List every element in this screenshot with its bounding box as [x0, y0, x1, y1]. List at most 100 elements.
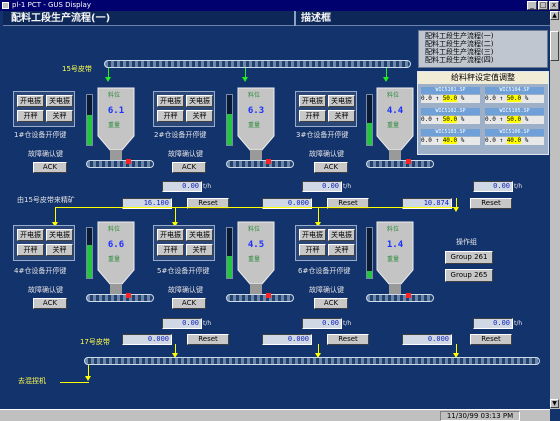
vertical-scrollbar[interactable]: ▲ ▼ [550, 11, 560, 409]
unit-6-silo: 料位 1.4 重量 [373, 218, 417, 298]
unit-2-start-distributor-button[interactable]: 开电振 [157, 95, 184, 107]
unit-2-flow-field: 0.00 [302, 181, 342, 192]
unit-5-flow-unit: t/h [343, 320, 352, 327]
flow-arrow-icon [172, 344, 178, 358]
close-button[interactable]: x [549, 1, 559, 10]
unit-6-stop-distributor-button[interactable]: 关电振 [328, 229, 355, 241]
unit-5-motor-status-icon [266, 293, 271, 298]
main-window: pl-1 PCT - GUS Display _ □ x 配料工段生产流程(一)… [0, 0, 560, 421]
unit-3-motor-status-icon [406, 159, 411, 164]
unit-1-start-distributor-button[interactable]: 开电振 [17, 95, 44, 107]
unit-4-start-scale-button[interactable]: 开秤 [17, 244, 44, 256]
conveyor-15-label: 15号皮带 [62, 65, 92, 73]
unit-6-total-field: 0.000 [402, 334, 452, 345]
unit-2-stop-distributor-button[interactable]: 关电振 [186, 95, 213, 107]
conveyor-17-label: 17号皮带 [80, 338, 110, 346]
process-item[interactable]: 配料工段生产流程(二) [425, 40, 493, 48]
unit-2-ack-button[interactable]: ACK [172, 162, 206, 173]
maximize-button[interactable]: □ [538, 1, 548, 10]
process-list[interactable]: 配料工段生产流程(一) 配料工段生产流程(二) 配料工段生产流程(三) 配料工段… [418, 30, 548, 68]
unit-1-control-panel: 开电振 关电振 开秤 关秤 [13, 91, 75, 127]
flow-arrow-icon [315, 344, 321, 358]
unit-4-control-panel: 开电振 关电振 开秤 关秤 [13, 225, 75, 261]
scroll-thumb[interactable] [550, 31, 559, 61]
unit-4-stop-scale-button[interactable]: 关秤 [46, 244, 73, 256]
unit-3-stop-scale-button[interactable]: 关秤 [328, 110, 355, 122]
flow-arrow-icon [453, 344, 459, 358]
unit-2-flow-unit: t/h [343, 183, 352, 190]
group-265-button[interactable]: Group 265 [445, 269, 493, 282]
unit-5-stop-scale-button[interactable]: 关秤 [186, 244, 213, 256]
unit-3-start-distributor-button[interactable]: 开电振 [299, 95, 326, 107]
unit-6-level-gauge [366, 227, 373, 279]
setpoint-value[interactable]: 0.0 ↑ 40.0 % [485, 137, 544, 145]
unit-1-feeder-belt [86, 160, 154, 168]
setpoint-value[interactable]: 0.0 ↑ 50.0 % [485, 116, 544, 124]
unit-6-start-scale-button[interactable]: 开秤 [299, 244, 326, 256]
unit-1-flow-unit: t/h [203, 183, 212, 190]
scroll-up-icon[interactable]: ▲ [550, 11, 559, 20]
unit-4-reset-button[interactable]: Reset [187, 334, 229, 345]
unit-4-total-field: 0.000 [122, 334, 172, 345]
group-261-button[interactable]: Group 261 [445, 251, 493, 264]
unit-2-motor-status-icon [266, 159, 271, 164]
unit-6-stop-scale-button[interactable]: 关秤 [328, 244, 355, 256]
unit-6-motor-status-icon [406, 293, 411, 298]
unit-5-reset-button[interactable]: Reset [327, 334, 369, 345]
unit-4-stop-distributor-button[interactable]: 关电振 [46, 229, 73, 241]
unit-6-flow-unit: t/h [514, 320, 523, 327]
unit-4-start-distributor-button[interactable]: 开电振 [17, 229, 44, 241]
unit-5-control-panel: 开电振 关电振 开秤 关秤 [153, 225, 215, 261]
unit-1-stop-scale-button[interactable]: 关秤 [46, 110, 73, 122]
minimize-button[interactable]: _ [527, 1, 537, 10]
unit-6-ack-button[interactable]: ACK [314, 298, 348, 309]
unit-5-level-value: 4.5 [247, 240, 265, 250]
mixer-flow-line [60, 382, 89, 383]
setpoint-value[interactable]: 0.0 ↑ 50.0 % [485, 95, 544, 103]
unit-6-level-tag: 料位 [387, 226, 400, 233]
unit-3-silo: 料位 4.4 重量 [373, 84, 417, 164]
unit-5-start-scale-button[interactable]: 开秤 [157, 244, 184, 256]
window-title: pl-1 PCT - GUS Display [12, 1, 91, 9]
unit-2-start-scale-button[interactable]: 开秤 [157, 110, 184, 122]
unit-3-ack-prompt: 故障确认键 [309, 150, 344, 158]
setpoint-panel: 给料秤设定值调整 WIC5101.SP WIC5104.SP 0.0 ↑ 50.… [417, 71, 549, 155]
unit-5-start-distributor-button[interactable]: 开电振 [157, 229, 184, 241]
setpoint-value[interactable]: 0.0 ↑ 40.0 % [421, 137, 480, 145]
unit-4-ack-button[interactable]: ACK [33, 298, 67, 309]
header-bar: 配料工段生产流程(一) 描述框 [3, 11, 550, 26]
flow-arrow-icon [85, 365, 91, 381]
unit-5-stop-distributor-button[interactable]: 关电振 [186, 229, 213, 241]
incoming-ore-label: 由15号皮带来精矿 [17, 196, 75, 204]
unit-6-reset-button[interactable]: Reset [470, 334, 512, 345]
unit-5-ack-button[interactable]: ACK [172, 298, 206, 309]
unit-1-stop-distributor-button[interactable]: 关电振 [46, 95, 73, 107]
unit-1-level-tag: 料位 [108, 92, 121, 99]
unit-1-start-scale-button[interactable]: 开秤 [17, 110, 44, 122]
unit-3-reset-button[interactable]: Reset [470, 198, 512, 209]
unit-1-ack-button[interactable]: ACK [33, 162, 67, 173]
unit-3-control-panel: 开电振 关电振 开秤 关秤 [295, 91, 357, 127]
flow-arrow-icon [453, 198, 459, 212]
unit-2-silo: 料位 6.3 重量 [234, 84, 278, 164]
description-panel-title: 描述框 [301, 13, 331, 24]
unit-3-stop-distributor-button[interactable]: 关电振 [328, 95, 355, 107]
process-item[interactable]: 配料工段生产流程(四) [425, 56, 493, 64]
unit-4-level-gauge [86, 227, 93, 279]
unit-3-ack-button[interactable]: ACK [314, 162, 348, 173]
unit-6-label: 6#仓设备开停键 [298, 267, 351, 275]
unit-3-start-scale-button[interactable]: 开秤 [299, 110, 326, 122]
unit-4-flow-unit: t/h [203, 320, 212, 327]
setpoint-value[interactable]: 0.0 ↑ 50.0 % [421, 116, 480, 124]
process-item[interactable]: 配料工段生产流程(三) [425, 48, 493, 56]
setpoint-value[interactable]: 0.0 ↑ 50.0 % [421, 95, 480, 103]
unit-2-stop-scale-button[interactable]: 关秤 [186, 110, 213, 122]
flow-arrow-icon [315, 207, 321, 227]
unit-5-level-tag: 料位 [248, 226, 261, 233]
scroll-down-icon[interactable]: ▼ [550, 399, 559, 408]
process-item[interactable]: 配料工段生产流程(一) [425, 32, 493, 40]
unit-6-start-distributor-button[interactable]: 开电振 [299, 229, 326, 241]
system-menu-icon[interactable] [2, 2, 9, 9]
unit-3-level-value: 4.4 [386, 106, 404, 116]
setpoint-label: WIC5103.SP [421, 129, 480, 136]
